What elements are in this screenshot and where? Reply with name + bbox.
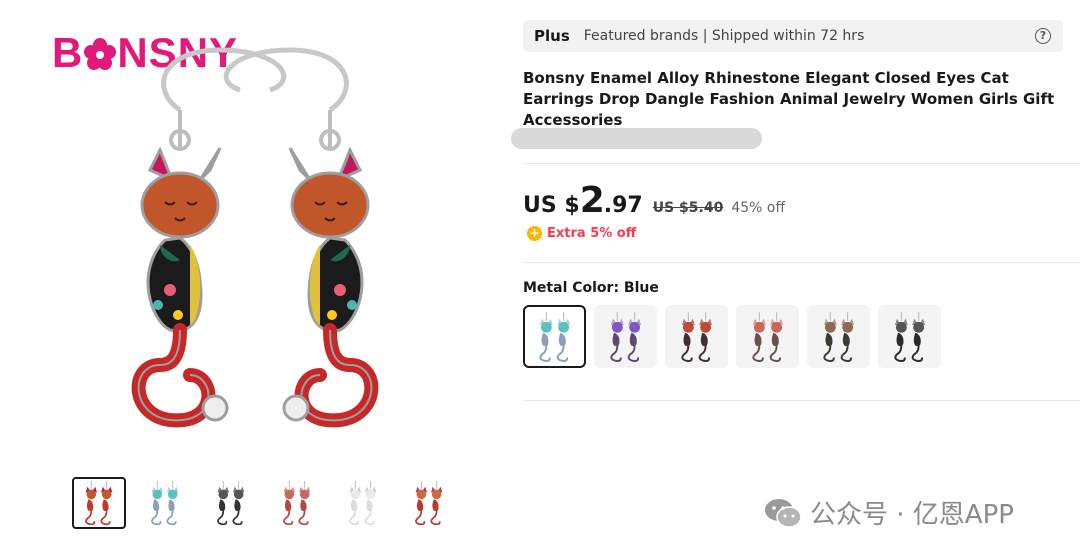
variant-swatch-purple[interactable]: [594, 305, 657, 368]
cat-earring-left: [131, 146, 229, 428]
earring-preview: [151, 480, 179, 526]
variant-swatch-pink[interactable]: [736, 305, 799, 368]
earring-preview: [751, 311, 783, 362]
ear-wire-right: [223, 47, 349, 113]
loading-placeholder: [511, 128, 762, 149]
variant-swatches: [523, 305, 941, 368]
divider: [523, 163, 1080, 164]
main-product-image[interactable]: [40, 20, 470, 460]
gallery-thumbnail[interactable]: [270, 477, 324, 529]
earring-preview: [680, 311, 712, 362]
gallery-thumbnail[interactable]: [402, 477, 456, 529]
earring-preview: [85, 480, 113, 526]
thumbnail-strip: [72, 477, 456, 529]
discount-percent: 45% off: [731, 200, 786, 216]
divider: [523, 262, 1080, 263]
variant-swatch-blue[interactable]: [523, 305, 586, 368]
coin-icon: +: [527, 226, 542, 241]
earring-preview: [217, 480, 245, 526]
earring-preview: [415, 480, 443, 526]
plus-banner[interactable]: Plus Featured brands | Shipped within 72…: [523, 20, 1063, 52]
ear-wire-left: [161, 47, 287, 113]
price-integer: 2: [579, 180, 605, 221]
extra-discount-text: Extra 5% off: [547, 226, 637, 241]
watermark: 公众号 · 亿恩APP: [764, 494, 1014, 531]
price-currency: US $: [523, 193, 580, 218]
watermark-text: 公众号 · 亿恩APP: [810, 500, 1014, 530]
earring-preview: [349, 480, 377, 526]
gallery-thumbnail[interactable]: [138, 477, 192, 529]
product-title: Bonsny Enamel Alloy Rhinestone Elegant C…: [523, 69, 1055, 129]
variant-swatch-brown[interactable]: [807, 305, 870, 368]
earring-preview: [893, 311, 925, 362]
earring-preview: [538, 311, 570, 362]
earring-preview: [609, 311, 641, 362]
divider: [523, 400, 1080, 401]
gallery-thumbnail[interactable]: [336, 477, 390, 529]
earring-preview: [822, 311, 854, 362]
wechat-icon: [765, 498, 802, 528]
price-row: US $ 2 .97 US $5.40 45% off: [523, 180, 785, 224]
original-price: US $5.40: [652, 200, 724, 216]
variant-swatch-black[interactable]: [878, 305, 941, 368]
earring-preview: [283, 480, 311, 526]
help-icon[interactable]: ?: [1035, 28, 1051, 44]
variant-swatch-red[interactable]: [665, 305, 728, 368]
gallery-thumbnail[interactable]: [72, 477, 126, 529]
cat-earring-right: [282, 146, 379, 428]
plus-label: Plus: [534, 27, 570, 45]
gallery-thumbnail[interactable]: [204, 477, 258, 529]
extra-discount[interactable]: + Extra 5% off: [527, 226, 636, 241]
price-decimal: .97: [603, 193, 643, 218]
product-gallery: B NSNY: [0, 0, 500, 553]
plus-banner-text: Featured brands | Shipped within 72 hrs: [583, 28, 865, 44]
variant-label: Metal Color: Blue: [523, 280, 659, 296]
